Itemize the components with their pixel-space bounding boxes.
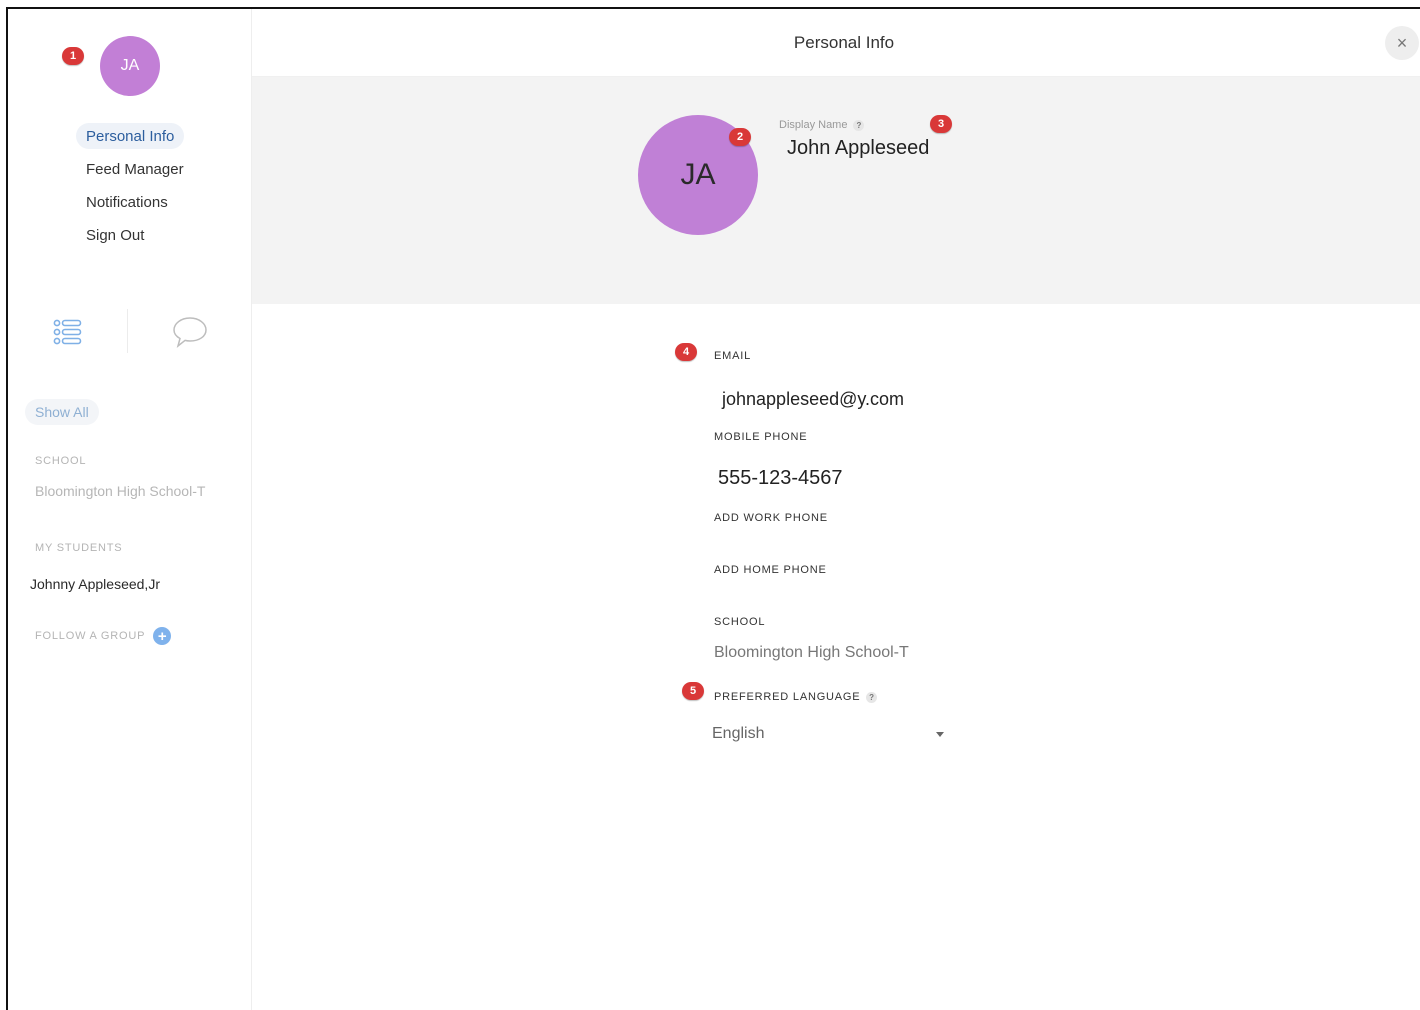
help-icon[interactable]: ? [866, 691, 878, 703]
school-label: SCHOOL [714, 616, 766, 628]
follow-group-label: FOLLOW A GROUP [35, 630, 146, 642]
plus-circle-icon[interactable]: + [153, 627, 172, 645]
email-label: EMAIL [714, 350, 752, 362]
preferred-language-label-text: PREFERRED LANGUAGE [714, 691, 861, 703]
follow-group-button[interactable]: FOLLOW A GROUP + [35, 627, 172, 645]
sidebar-item-feed-manager[interactable]: Feed Manager [76, 156, 194, 182]
school-value: Bloomington High School-T [714, 644, 909, 661]
close-button[interactable]: × [1385, 26, 1419, 60]
student-list-item[interactable]: Johnny Appleseed,Jr [30, 576, 160, 592]
annotation-badge-4: 4 [675, 343, 697, 361]
preferred-language-select[interactable]: English [712, 720, 946, 748]
app-window: 1 JA Personal Info Feed Manager Notifica… [6, 7, 1420, 1010]
icon-divider [127, 309, 128, 353]
sidebar: 1 JA Personal Info Feed Manager Notifica… [8, 9, 251, 1010]
show-all-button[interactable]: Show All [25, 399, 99, 425]
display-name-label: Display Name ? [779, 119, 865, 131]
display-name-field[interactable]: John Appleseed [787, 137, 929, 160]
preferred-language-value: English [712, 725, 765, 742]
close-icon: × [1396, 32, 1408, 53]
preferred-language-label: PREFERRED LANGUAGE ? [714, 691, 878, 703]
chevron-down-icon [936, 731, 944, 737]
my-students-caption: MY STUDENTS [35, 542, 123, 554]
sidebar-school-value[interactable]: Bloomington High School-T [35, 483, 205, 499]
annotation-badge-2: 2 [729, 128, 751, 146]
email-field[interactable]: johnappleseed@y.com [722, 389, 904, 410]
sidebar-item-personal-info[interactable]: Personal Info [76, 123, 185, 149]
main-panel: Personal Info × JA 2 Display Name ? 3 Jo… [252, 9, 1420, 1010]
page-title: Personal Info [793, 33, 895, 52]
avatar[interactable]: JA [100, 36, 160, 96]
profile-header: JA 2 Display Name ? 3 John Appleseed [252, 77, 1420, 304]
mobile-phone-field[interactable]: 555-123-4567 [718, 467, 843, 490]
annotation-badge-5: 5 [682, 682, 704, 700]
mobile-phone-label: MOBILE PHONE [714, 431, 808, 443]
annotation-badge-3: 3 [930, 115, 952, 133]
display-name-label-text: Display Name [779, 119, 848, 131]
help-icon[interactable]: ? [853, 119, 865, 131]
add-work-phone-link[interactable]: ADD WORK PHONE [714, 512, 828, 524]
sidebar-item-sign-out[interactable]: Sign Out [76, 222, 154, 248]
feed-list-icon[interactable] [52, 316, 84, 348]
school-caption: SCHOOL [35, 455, 87, 467]
annotation-badge-1: 1 [62, 47, 84, 65]
chat-bubble-icon[interactable] [171, 315, 209, 349]
sidebar-item-notifications[interactable]: Notifications [76, 189, 178, 215]
add-home-phone-link[interactable]: ADD HOME PHONE [714, 564, 827, 576]
